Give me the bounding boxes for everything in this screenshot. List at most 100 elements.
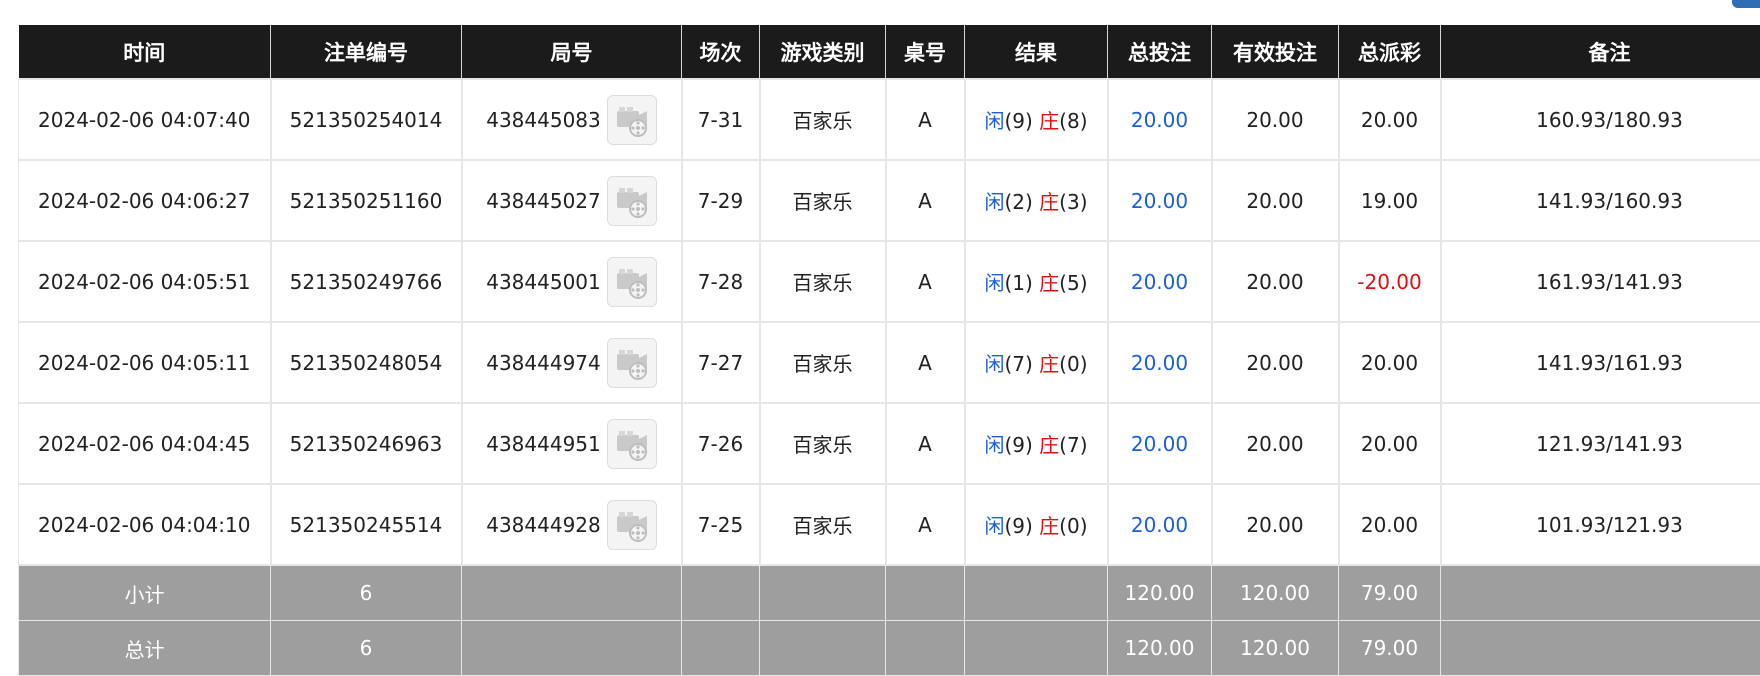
cell-table: A (886, 403, 965, 484)
empty-cell (682, 565, 760, 621)
cell-result: 闲(7) 庄(0) (965, 322, 1108, 403)
video-replay-icon[interactable] (607, 176, 657, 226)
cell-time: 2024-02-06 04:06:27 (19, 160, 271, 241)
player-label: 闲 (984, 514, 1004, 538)
cell-result: 闲(9) 庄(7) (965, 403, 1108, 484)
cell-valid-bet: 20.00 (1212, 322, 1339, 403)
empty-cell (1441, 565, 1760, 621)
subtotal-label: 小计 (19, 565, 271, 621)
video-replay-icon[interactable] (607, 338, 657, 388)
cell-round: 438445027 (462, 160, 682, 241)
cell-result: 闲(9) 庄(0) (965, 484, 1108, 565)
header-table: 桌号 (886, 25, 965, 79)
cell-total-bet[interactable]: 20.00 (1108, 160, 1212, 241)
header-note: 备注 (1441, 25, 1760, 79)
total-valid-bet: 120.00 (1212, 621, 1339, 676)
player-label: 闲 (984, 352, 1004, 376)
cell-result: 闲(1) 庄(5) (965, 241, 1108, 322)
total-payout: 79.00 (1339, 621, 1441, 676)
cell-round: 438444951 (462, 403, 682, 484)
cell-table: A (886, 160, 965, 241)
cell-total-bet[interactable]: 20.00 (1108, 322, 1212, 403)
cell-time: 2024-02-06 04:04:10 (19, 484, 271, 565)
total-label: 总计 (19, 621, 271, 676)
cell-note: 141.93/161.93 (1441, 322, 1760, 403)
header-total-bet: 总投注 (1108, 25, 1212, 79)
player-score: (2) (1004, 190, 1032, 214)
table-row: 2024-02-06 04:05:51521350249766438445001… (19, 241, 1760, 322)
cell-valid-bet: 20.00 (1212, 79, 1339, 160)
video-replay-icon[interactable] (607, 419, 657, 469)
video-replay-icon[interactable] (607, 95, 657, 145)
banker-label: 庄 (1039, 433, 1059, 457)
cell-bet-no: 521350246963 (271, 403, 462, 484)
header-valid-bet: 有效投注 (1212, 25, 1339, 79)
round-id: 438445083 (486, 108, 601, 132)
cell-payout: -20.00 (1339, 241, 1441, 322)
cell-game: 百家乐 (760, 79, 886, 160)
banker-label: 庄 (1039, 109, 1059, 133)
cell-total-bet[interactable]: 20.00 (1108, 403, 1212, 484)
cell-payout: 20.00 (1339, 484, 1441, 565)
video-replay-icon[interactable] (607, 500, 657, 550)
cell-bet-no: 521350254014 (271, 79, 462, 160)
cell-round: 438445083 (462, 79, 682, 160)
empty-cell (1441, 621, 1760, 676)
empty-cell (886, 565, 965, 621)
subtotal-valid-bet: 120.00 (1212, 565, 1339, 621)
cell-total-bet[interactable]: 20.00 (1108, 484, 1212, 565)
cell-round: 438445001 (462, 241, 682, 322)
banker-label: 庄 (1039, 190, 1059, 214)
cell-total-bet[interactable]: 20.00 (1108, 79, 1212, 160)
header-session: 场次 (682, 25, 760, 79)
total-row: 总计 6 120.00 120.00 79.00 (19, 621, 1760, 676)
round-id: 438444951 (486, 432, 601, 456)
subtotal-payout: 79.00 (1339, 565, 1441, 621)
player-score: (7) (1004, 352, 1032, 376)
empty-cell (760, 565, 886, 621)
table-row: 2024-02-06 04:06:27521350251160438445027… (19, 160, 1760, 241)
player-label: 闲 (984, 190, 1004, 214)
cell-session: 7-27 (682, 322, 760, 403)
cell-time: 2024-02-06 04:04:45 (19, 403, 271, 484)
player-score: (9) (1004, 514, 1032, 538)
cell-valid-bet: 20.00 (1212, 484, 1339, 565)
cell-payout: 20.00 (1339, 403, 1441, 484)
cell-game: 百家乐 (760, 403, 886, 484)
empty-cell (965, 565, 1108, 621)
cell-session: 7-26 (682, 403, 760, 484)
cell-session: 7-29 (682, 160, 760, 241)
cell-session: 7-25 (682, 484, 760, 565)
cell-table: A (886, 484, 965, 565)
cell-session: 7-28 (682, 241, 760, 322)
cell-note: 160.93/180.93 (1441, 79, 1760, 160)
cell-game: 百家乐 (760, 484, 886, 565)
corner-badge[interactable] (1732, 0, 1760, 8)
video-replay-icon[interactable] (607, 257, 657, 307)
banker-score: (0) (1059, 514, 1087, 538)
banker-score: (8) (1059, 109, 1087, 133)
cell-total-bet[interactable]: 20.00 (1108, 241, 1212, 322)
table-row: 2024-02-06 04:04:45521350246963 438444951… (19, 403, 1760, 484)
cell-game: 百家乐 (760, 241, 886, 322)
round-id: 438445027 (486, 189, 601, 213)
cell-game: 百家乐 (760, 322, 886, 403)
empty-cell (965, 621, 1108, 676)
player-score: (9) (1004, 109, 1032, 133)
cell-note: 141.93/160.93 (1441, 160, 1760, 241)
bet-record-table: 时间 注单编号 局号 场次 游戏类别 桌号 结果 总投注 有效投注 总派彩 备注… (18, 25, 1760, 676)
cell-bet-no: 521350248054 (271, 322, 462, 403)
subtotal-row: 小计 6 120.00 120.00 79.00 (19, 565, 1760, 621)
cell-bet-no: 521350249766 (271, 241, 462, 322)
player-label: 闲 (984, 271, 1004, 295)
header-result: 结果 (965, 25, 1108, 79)
empty-cell (886, 621, 965, 676)
subtotal-count: 6 (271, 565, 462, 621)
header-round: 局号 (462, 25, 682, 79)
empty-cell (760, 621, 886, 676)
cell-valid-bet: 20.00 (1212, 403, 1339, 484)
header-bet-no: 注单编号 (271, 25, 462, 79)
header-time: 时间 (19, 25, 271, 79)
banker-score: (3) (1059, 190, 1087, 214)
table-row: 2024-02-06 04:07:40521350254014438445083… (19, 79, 1760, 160)
